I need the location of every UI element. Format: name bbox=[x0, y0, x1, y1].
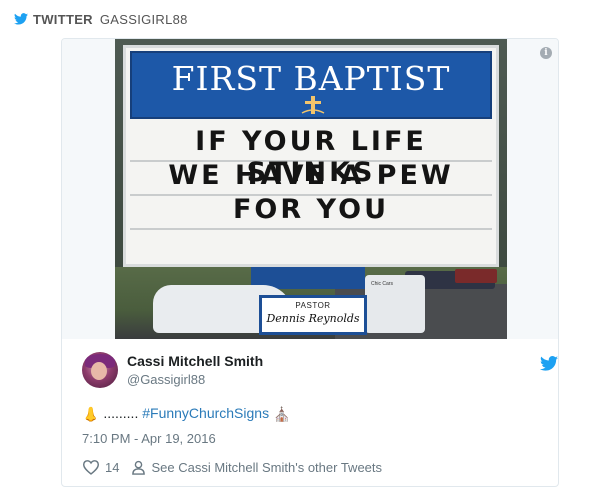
twitter-bird-icon bbox=[14, 13, 28, 25]
hashtag-link[interactable]: #FunnyChurchSigns bbox=[142, 405, 269, 421]
source-platform[interactable]: TWITTER bbox=[33, 12, 93, 27]
profile-link[interactable]: See Cassi Mitchell Smith's other Tweets bbox=[151, 460, 382, 475]
avatar[interactable] bbox=[82, 352, 118, 388]
tweet-author[interactable]: Cassi Mitchell Smith @Gassigirl88 bbox=[82, 351, 558, 389]
church-emoji: ⛪ bbox=[272, 405, 291, 422]
van-text: Chic Cars bbox=[371, 281, 393, 287]
info-icon[interactable]: i bbox=[540, 47, 552, 59]
sign-title: FIRST BAPTIST bbox=[171, 59, 451, 98]
author-screen-name[interactable]: @Gassigirl88 bbox=[127, 372, 205, 387]
avatar-face bbox=[91, 362, 107, 380]
tweet-dots: ......... bbox=[103, 405, 139, 421]
source-header: TWITTER GASSIGIRL88 bbox=[14, 10, 188, 28]
cross-icon bbox=[301, 96, 325, 114]
person-icon[interactable] bbox=[131, 460, 146, 475]
twitter-bird-icon[interactable] bbox=[540, 356, 558, 371]
tweet-timestamp[interactable]: 7:10 PM - Apr 19, 2016 bbox=[82, 431, 216, 446]
tweet-photo[interactable]: FIRST BAPTIST IF YOUR LIFE STINKS WE HAV… bbox=[115, 39, 507, 339]
heart-icon[interactable] bbox=[82, 459, 100, 475]
embedded-tweet[interactable]: i FIRST BAPTIST IF YOUR LIFE STINKS WE H… bbox=[61, 38, 559, 487]
source-handle[interactable]: GASSIGIRL88 bbox=[100, 12, 188, 27]
pastor-plaque: PASTOR Dennis Reynolds bbox=[259, 295, 367, 335]
tweet-actions: 14 See Cassi Mitchell Smith's other Twee… bbox=[82, 457, 382, 477]
tweet-media[interactable]: i FIRST BAPTIST IF YOUR LIFE STINKS WE H… bbox=[62, 39, 558, 339]
sign-blank-row bbox=[130, 230, 492, 260]
like-count[interactable]: 14 bbox=[105, 460, 119, 475]
photo-van: Chic Cars bbox=[365, 275, 425, 333]
pastor-name: Dennis Reynolds bbox=[266, 312, 360, 325]
photo-vehicle bbox=[455, 269, 497, 283]
nose-emoji: 👃 bbox=[82, 405, 100, 422]
church-sign: FIRST BAPTIST IF YOUR LIFE STINKS WE HAV… bbox=[123, 45, 499, 267]
pastor-label: PASTOR bbox=[295, 301, 331, 310]
sign-line-1: IF YOUR LIFE STINKS bbox=[130, 126, 492, 188]
sign-line-2: WE HAVE A PEW bbox=[130, 160, 492, 196]
sign-line-3: FOR YOU bbox=[130, 194, 492, 230]
tweet-text: 👃 ......... #FunnyChurchSigns ⛪ bbox=[82, 405, 290, 423]
sign-header: FIRST BAPTIST bbox=[130, 51, 492, 119]
author-name[interactable]: Cassi Mitchell Smith bbox=[127, 353, 263, 369]
